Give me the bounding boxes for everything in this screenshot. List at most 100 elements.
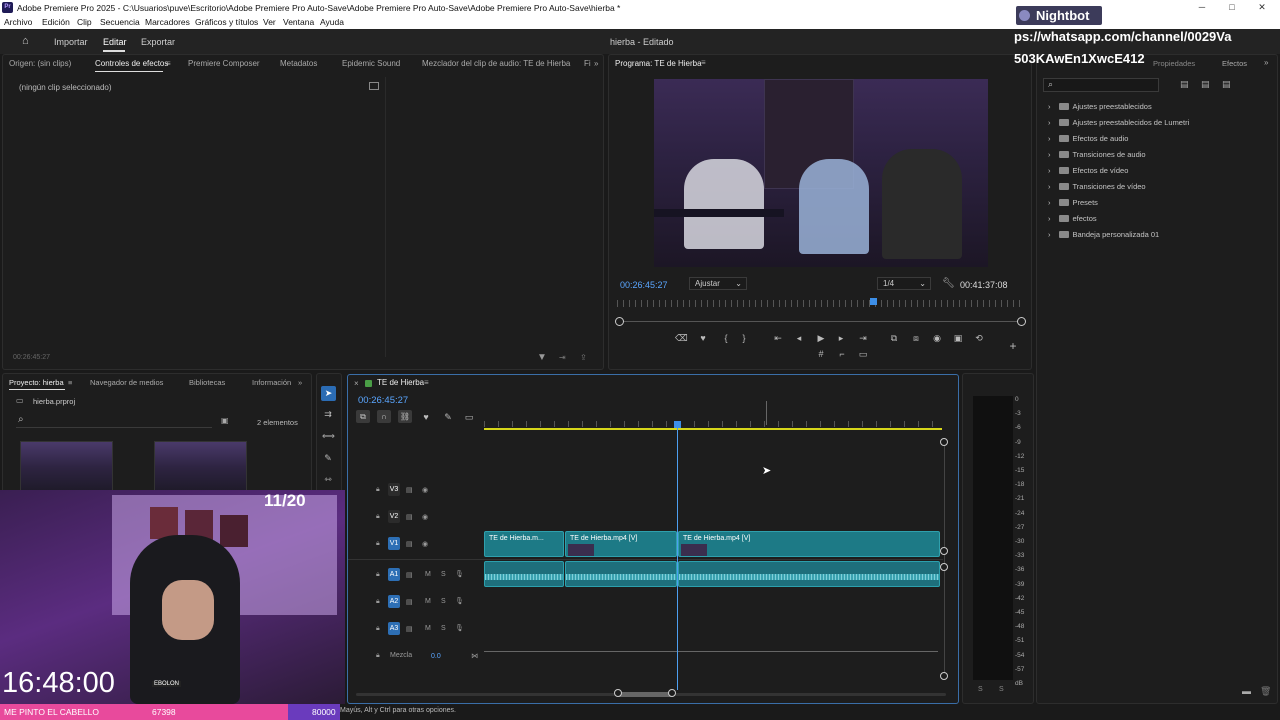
play-icon[interactable]: ▶ (815, 332, 827, 344)
zoom-handle-left[interactable] (615, 317, 624, 326)
minimize-icon[interactable]: ─ (1196, 2, 1208, 13)
video-clip[interactable]: TE de Hierba.mp4 [V] (565, 531, 677, 557)
delete-icon[interactable]: 🗑︎ (1260, 686, 1271, 697)
mix-bracket-icon[interactable]: ⋈ (471, 652, 478, 660)
track-v2[interactable]: V2 (388, 510, 400, 523)
lock-icon[interactable]: 🔒︎ (376, 598, 380, 606)
film-icon[interactable]: ▤ (406, 571, 413, 579)
import-tab[interactable]: Importar (54, 37, 88, 47)
solo-button[interactable]: S (441, 625, 446, 632)
tab-premiere-composer[interactable]: Premiere Composer (188, 59, 260, 68)
scroll-handle[interactable] (940, 547, 948, 555)
horizontal-scroll-thumb[interactable] (618, 692, 672, 697)
project-thumbnail[interactable] (20, 441, 113, 493)
mute-button[interactable]: M (425, 625, 431, 632)
grid-icon[interactable]: # (815, 348, 827, 360)
effects-item[interactable]: › Ajustes preestablecidos de Lumetri (1048, 118, 1189, 127)
sequence-name[interactable]: TE de Hierba (377, 378, 424, 387)
close-icon[interactable]: ✕ (1256, 2, 1268, 13)
video-clip[interactable]: TE de Hierba.mp4 [V] (678, 531, 940, 557)
work-area-bar[interactable] (484, 428, 942, 430)
wrench-icon[interactable]: ✎ (442, 411, 454, 423)
yuv-effects-icon[interactable]: ▤ (1222, 79, 1231, 90)
panel-overflow-icon[interactable]: » (298, 378, 302, 387)
tab-overflow[interactable]: Fi (584, 59, 591, 68)
tab-metadata[interactable]: Metadatos (280, 59, 317, 68)
menu-graficos[interactable]: Gráficos y títulos (195, 17, 258, 27)
audio-clip[interactable] (678, 561, 940, 587)
add-button-icon[interactable]: + (1007, 340, 1019, 352)
solo-left[interactable]: S (978, 686, 983, 693)
track-a3[interactable]: A3 (388, 622, 400, 635)
captions-icon[interactable]: ▭ (463, 411, 475, 423)
menu-clip[interactable]: Clip (77, 17, 92, 27)
insert-icon[interactable]: ⧉ (888, 332, 900, 344)
wrench-icon[interactable]: 🔧︎ (942, 278, 955, 289)
overwrite-icon[interactable]: ⧈ (910, 332, 922, 344)
panel-layout-icon[interactable] (369, 82, 379, 90)
microphone-icon[interactable]: 🎙︎ (455, 597, 464, 605)
add-marker-icon[interactable]: ♥ (420, 411, 432, 423)
timeline-ruler[interactable] (484, 421, 942, 427)
menu-ventana[interactable]: Ventana (283, 17, 314, 27)
video-clip[interactable]: TE de Hierba.m... (484, 531, 564, 557)
crop-icon[interactable]: ⌐ (836, 348, 848, 360)
tab-libraries[interactable]: Bibliotecas (189, 378, 225, 387)
track-v1[interactable]: V1 (388, 537, 400, 550)
tab-media-browser[interactable]: Navegador de medios (90, 378, 163, 387)
menu-icon[interactable]: ≡ (166, 59, 171, 68)
filter-icon[interactable]: ▼ (537, 352, 547, 363)
solo-button[interactable]: S (441, 571, 446, 578)
project-menu-icon[interactable]: ≡ (68, 378, 72, 387)
edit-tab[interactable]: Editar (103, 37, 127, 47)
mute-button[interactable]: M (425, 571, 431, 578)
loop-icon[interactable]: ⟲ (973, 332, 985, 344)
menu-edicion[interactable]: Edición (42, 17, 70, 27)
eye-icon[interactable]: ◉ (422, 486, 428, 494)
insert-overwrite-icon[interactable]: ⧉ (356, 410, 370, 423)
eye-icon[interactable]: ◉ (422, 540, 428, 548)
tab-effects[interactable]: Efectos (1222, 59, 1247, 68)
menu-marcadores[interactable]: Marcadores (145, 17, 190, 27)
ripple-edit-icon[interactable]: ⟺ (322, 430, 335, 442)
track-v3[interactable]: V3 (388, 483, 400, 496)
effects-item[interactable]: › Transiciones de audio (1048, 150, 1146, 159)
panel-overflow-icon[interactable]: » (1264, 58, 1268, 67)
lift-icon[interactable]: ⌫ (675, 332, 688, 344)
menu-secuencia[interactable]: Secuencia (100, 17, 140, 27)
timeline-timecode[interactable]: 00:26:45:27 (358, 395, 408, 406)
film-icon[interactable]: ▤ (406, 540, 413, 548)
film-icon[interactable]: ▤ (406, 486, 413, 494)
program-ruler[interactable] (617, 300, 1025, 307)
lock-icon[interactable]: 🔒︎ (376, 571, 380, 579)
marker-icon[interactable]: ♥ (697, 332, 709, 344)
lock-icon[interactable]: 🔒︎ (376, 513, 380, 521)
zoom-handle-right[interactable] (668, 689, 676, 697)
tab-epidemic-sound[interactable]: Epidemic Sound (342, 59, 400, 68)
lock-icon[interactable]: 🔒︎ (376, 540, 380, 548)
film-icon[interactable]: ▤ (406, 598, 413, 606)
lock-icon[interactable]: 🔒︎ (376, 486, 380, 494)
program-timecode[interactable]: 00:26:45:27 (620, 280, 668, 290)
zoom-handle-right[interactable] (1017, 317, 1026, 326)
program-zoom-bar[interactable] (617, 321, 1023, 322)
close-icon[interactable]: × (354, 379, 359, 388)
eye-icon[interactable]: ◉ (422, 513, 428, 521)
export-frame-icon[interactable]: ⇥ (559, 353, 566, 362)
lock-icon[interactable]: 🔒︎ (376, 652, 380, 660)
effects-item[interactable]: › Transiciones de vídeo (1048, 182, 1146, 191)
32bit-effects-icon[interactable]: ▤ (1201, 79, 1210, 90)
track-a2[interactable]: A2 (388, 595, 400, 608)
film-icon[interactable]: ▤ (406, 513, 413, 521)
film-icon[interactable]: ▤ (406, 625, 413, 633)
scroll-handle[interactable] (940, 672, 948, 680)
new-bin-icon[interactable]: ▣ (221, 416, 229, 425)
maximize-icon[interactable]: □ (1226, 2, 1238, 13)
tab-project[interactable]: Proyecto: hierba (9, 378, 64, 387)
slip-icon[interactable]: ⇿ (322, 473, 334, 485)
panel-overflow-icon[interactable]: » (594, 59, 598, 68)
selection-tool-icon[interactable]: ➤ (321, 386, 336, 401)
timeline-playhead-handle[interactable] (674, 421, 681, 428)
mark-out-icon[interactable]: } (738, 332, 750, 344)
microphone-icon[interactable]: 🎙︎ (455, 624, 464, 632)
